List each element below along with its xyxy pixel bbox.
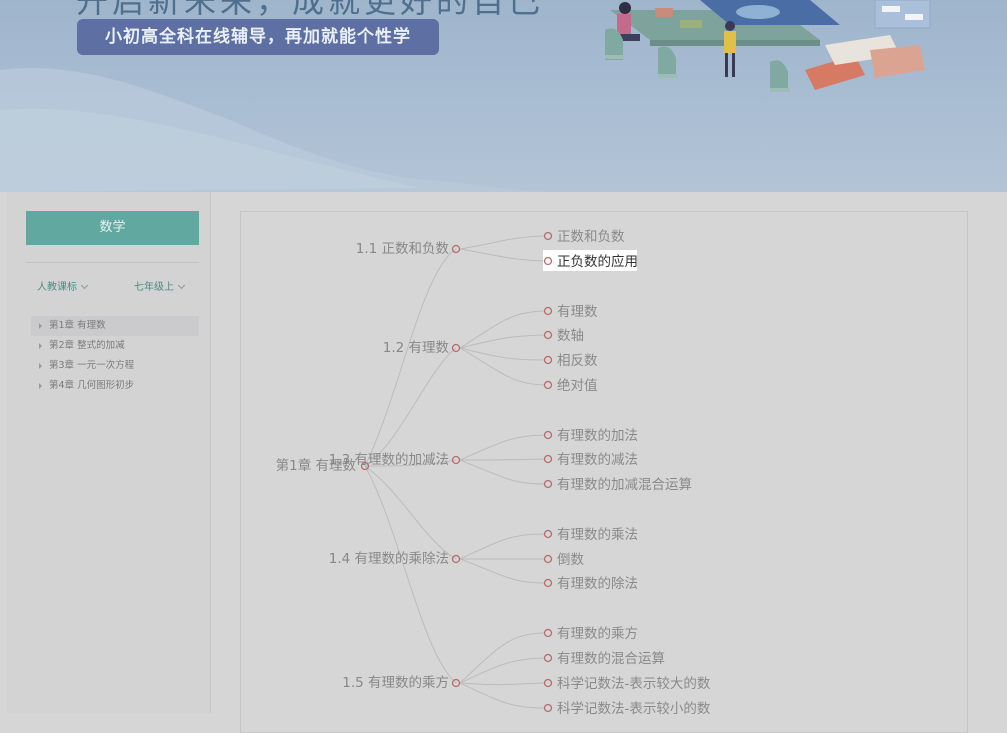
banner-tagline: 小初高全科在线辅导，再加就能个性学 bbox=[77, 19, 439, 55]
leaf-label: 正数和负数 bbox=[557, 229, 625, 245]
chapter-item-1[interactable]: 第1章 有理数 bbox=[31, 316, 199, 336]
mindmap-canvas: 第1章 有理数 1.1 正数和负数 1.2 有理数 1.3 有理数的加减法 1.… bbox=[276, 229, 711, 717]
section-branches bbox=[459, 235, 545, 709]
section-node-5[interactable]: 1.5 有理数的乘方 bbox=[342, 675, 461, 691]
leaf-label: 科学记数法-表示较大的数 bbox=[557, 676, 711, 692]
chapter-label: 第1章 有理数 bbox=[49, 320, 106, 331]
leaf-label: 有理数 bbox=[557, 304, 598, 320]
node-circle-icon bbox=[543, 430, 553, 440]
chevron-down-icon bbox=[80, 281, 89, 290]
sidebar-divider bbox=[26, 262, 199, 263]
chapter-item-4[interactable]: 第4章 几何图形初步 bbox=[31, 376, 199, 396]
leaf-label: 绝对值 bbox=[557, 378, 598, 394]
leaf-label: 有理数的除法 bbox=[557, 576, 638, 592]
node-circle-icon bbox=[543, 529, 553, 539]
chapter-item-2[interactable]: 第2章 整式的加减 bbox=[31, 336, 199, 356]
node-circle-icon bbox=[543, 578, 553, 588]
leaf-label: 有理数的加减混合运算 bbox=[557, 477, 692, 493]
node-circle-icon bbox=[543, 380, 553, 390]
hero-banner: 开启新未来，成就更好的自己 小初高全科在线辅导，再加就能个性学 bbox=[0, 0, 1007, 192]
section-node-2[interactable]: 1.2 有理数 bbox=[383, 340, 461, 356]
leaf-node[interactable]: 倒数 bbox=[543, 552, 585, 568]
leaf-node[interactable]: 有理数的混合运算 bbox=[543, 651, 666, 667]
section-label: 1.1 正数和负数 bbox=[356, 241, 450, 257]
leaf-node[interactable]: 正数和负数 bbox=[543, 229, 625, 245]
node-circle-icon bbox=[543, 306, 553, 316]
leaf-node[interactable]: 相反数 bbox=[543, 353, 598, 369]
sidebar: 数学 人教课标 七年级上 第1章 有理数 第2章 整式的加减 第3章 一元一次方… bbox=[7, 192, 211, 713]
section-label: 1.3 有理数的加减法 bbox=[329, 452, 449, 468]
leaf-node[interactable]: 科学记数法-表示较大的数 bbox=[543, 676, 711, 692]
chevron-down-icon bbox=[177, 281, 186, 290]
section-label: 1.5 有理数的乘方 bbox=[342, 675, 449, 691]
leaf-node[interactable]: 有理数的乘法 bbox=[543, 527, 639, 543]
subject-button-math[interactable]: 数学 bbox=[26, 211, 199, 245]
leaf-label: 倒数 bbox=[557, 552, 585, 568]
leaf-node[interactable]: 有理数的乘方 bbox=[543, 626, 639, 642]
caret-right-icon bbox=[39, 323, 42, 329]
leaf-label: 有理数的混合运算 bbox=[557, 651, 665, 667]
section-label: 1.4 有理数的乘除法 bbox=[329, 551, 449, 567]
chapter-list: 第1章 有理数 第2章 整式的加减 第3章 一元一次方程 第4章 几何图形初步 bbox=[31, 316, 199, 396]
caret-right-icon bbox=[39, 383, 42, 389]
leaf-node[interactable]: 有理数的除法 bbox=[543, 576, 639, 592]
leaf-label: 有理数的乘法 bbox=[557, 527, 638, 543]
chapter-label: 第4章 几何图形初步 bbox=[49, 380, 135, 391]
leaf-node[interactable]: 数轴 bbox=[543, 328, 585, 344]
node-circle-icon bbox=[543, 678, 553, 688]
leaf-label: 相反数 bbox=[557, 353, 598, 369]
banner-classroom-illustration bbox=[605, 0, 931, 92]
leaf-node[interactable]: 有理数的加减混合运算 bbox=[543, 477, 693, 493]
leaf-label: 有理数的减法 bbox=[557, 452, 638, 468]
section-node-1[interactable]: 1.1 正数和负数 bbox=[356, 241, 461, 257]
grade-label: 七年级上 bbox=[134, 282, 174, 293]
node-circle-icon bbox=[543, 355, 553, 365]
node-circle-icon bbox=[543, 554, 553, 564]
textbook-version-select[interactable]: 人教课标 bbox=[37, 278, 89, 293]
leaf-node[interactable]: 有理数 bbox=[543, 304, 598, 320]
leaf-node-highlighted[interactable]: 正负数的应用 bbox=[543, 250, 638, 271]
node-circle-icon bbox=[543, 330, 553, 340]
node-circle-icon bbox=[543, 479, 553, 489]
chapter-label: 第2章 整式的加减 bbox=[49, 340, 125, 351]
node-circle-icon bbox=[543, 628, 553, 638]
node-circle-icon bbox=[543, 653, 553, 663]
leaf-label: 有理数的乘方 bbox=[557, 626, 638, 642]
section-node-3[interactable]: 1.3 有理数的加减法 bbox=[329, 452, 461, 468]
grade-select[interactable]: 七年级上 bbox=[134, 278, 186, 293]
section-node-4[interactable]: 1.4 有理数的乘除法 bbox=[329, 551, 461, 567]
leaf-label: 数轴 bbox=[557, 328, 584, 344]
node-circle-icon bbox=[543, 454, 553, 464]
mindmap-panel: 第1章 有理数 1.1 正数和负数 1.2 有理数 1.3 有理数的加减法 1.… bbox=[240, 211, 968, 733]
leaf-label: 有理数的加法 bbox=[557, 428, 638, 444]
node-circle-icon bbox=[543, 703, 553, 713]
section-label: 1.2 有理数 bbox=[383, 340, 450, 356]
textbook-version-label: 人教课标 bbox=[37, 282, 77, 293]
caret-right-icon bbox=[39, 363, 42, 369]
caret-right-icon bbox=[39, 343, 42, 349]
node-circle-icon bbox=[543, 231, 553, 241]
leaf-node[interactable]: 有理数的加法 bbox=[543, 428, 639, 444]
leaf-node[interactable]: 绝对值 bbox=[543, 378, 598, 394]
chapter-label: 第3章 一元一次方程 bbox=[49, 360, 135, 371]
leaf-label: 科学记数法-表示较小的数 bbox=[557, 701, 711, 717]
leaf-node[interactable]: 科学记数法-表示较小的数 bbox=[543, 701, 711, 717]
leaf-label: 正负数的应用 bbox=[557, 253, 638, 270]
chapter-item-3[interactable]: 第3章 一元一次方程 bbox=[31, 356, 199, 376]
leaf-node[interactable]: 有理数的减法 bbox=[543, 452, 639, 468]
